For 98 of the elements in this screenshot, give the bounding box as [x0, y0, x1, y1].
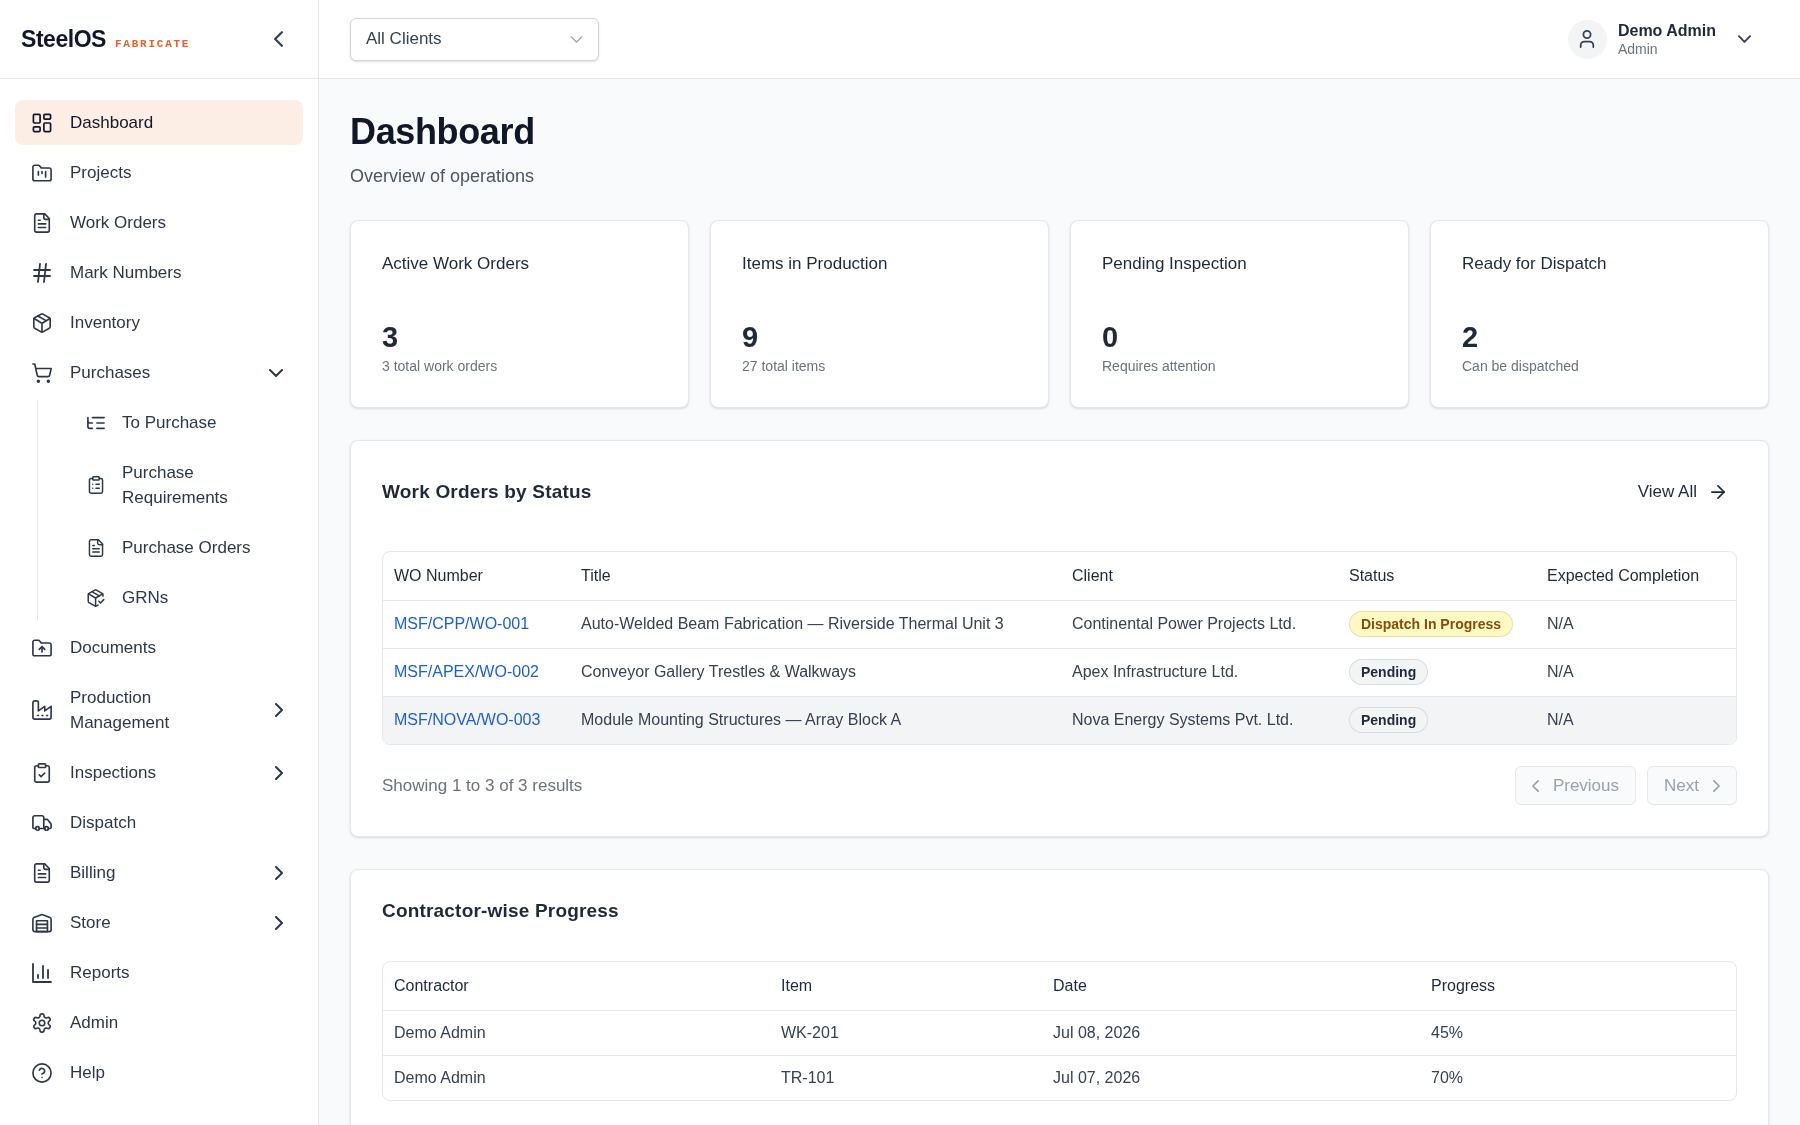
- column-header: Progress: [1420, 962, 1736, 1010]
- bar-chart-icon: [32, 962, 52, 983]
- sidebar-item[interactable]: Projects: [15, 150, 303, 195]
- settings-icon: [32, 1012, 52, 1033]
- wo-number-link[interactable]: MSF/CPP/WO-001: [394, 615, 530, 632]
- view-all-link[interactable]: View All: [1625, 471, 1737, 513]
- table-cell: TR-101: [770, 1055, 1042, 1100]
- stat-value: 9: [742, 320, 759, 354]
- stat-label: Ready for Dispatch: [1462, 253, 1607, 275]
- sidebar-item[interactable]: Dispatch: [15, 800, 303, 845]
- chevron-down-icon[interactable]: [1738, 35, 1751, 43]
- sidebar-item[interactable]: Work Orders: [15, 200, 303, 245]
- sidebar-item[interactable]: Production Management: [15, 675, 303, 745]
- sidebar-item[interactable]: Admin: [15, 1000, 303, 1045]
- column-header: Title: [570, 552, 1061, 600]
- wo-number-link[interactable]: MSF/NOVA/WO-003: [394, 711, 541, 729]
- document-icon: [32, 862, 52, 883]
- factory-icon: [32, 700, 52, 720]
- table-cell: N/A: [1536, 648, 1736, 696]
- table-cell: Demo Admin: [383, 1055, 770, 1100]
- column-header: Client: [1061, 552, 1338, 600]
- section-title: Contractor-wise Progress: [382, 901, 620, 921]
- status-badge: Pending: [1349, 707, 1429, 734]
- stat-label: Pending Inspection: [1102, 253, 1247, 275]
- arrow-right-icon: [1711, 485, 1725, 499]
- sidebar-item[interactable]: Documents: [15, 625, 303, 670]
- table-cell: N/A: [1536, 600, 1736, 648]
- sidebar-subitem[interactable]: GRNs: [49, 575, 303, 620]
- table-cell: Demo Admin: [383, 1010, 770, 1055]
- box-icon: [32, 312, 52, 333]
- chevron-left-icon: [1531, 779, 1539, 792]
- stat-caption: 3 total work orders: [382, 357, 498, 376]
- table-cell: 70%: [1420, 1055, 1736, 1100]
- column-header: Expected Completion: [1536, 552, 1736, 600]
- stat-label: Active Work Orders: [382, 253, 530, 275]
- stat-caption: Requires attention: [1102, 357, 1216, 376]
- table-cell: Continental Power Projects Ltd.: [1061, 600, 1338, 648]
- layout-grid-icon: [32, 112, 52, 133]
- box-check-icon: [87, 588, 105, 607]
- section-title: Work Orders by Status: [382, 479, 592, 504]
- clipboard-check-icon: [32, 762, 52, 783]
- table-cell: Conveyor Gallery Trestles & Walkways: [570, 648, 1061, 696]
- sidebar-subitem[interactable]: Purchase Requirements: [49, 450, 303, 520]
- table-cell: WK-201: [770, 1010, 1042, 1055]
- folder-upload-icon: [32, 637, 52, 658]
- help-icon: [32, 1062, 52, 1083]
- user-role: Admin: [1617, 40, 1659, 58]
- column-header: Date: [1042, 962, 1420, 1010]
- page-subtitle: Overview of operations: [350, 165, 536, 188]
- table-cell: Module Mounting Structures — Array Block A: [570, 696, 1061, 744]
- sidebar-item[interactable]: Inspections: [15, 750, 303, 795]
- stat-caption: Can be dispatched: [1462, 357, 1579, 376]
- clipboard-list-icon: [87, 476, 105, 494]
- cart-icon: [32, 362, 52, 383]
- stat-label: Items in Production: [742, 253, 888, 275]
- stat-value: 3: [382, 320, 399, 354]
- status-badge: Pending: [1349, 659, 1429, 685]
- sidebar-subitem[interactable]: To Purchase: [49, 400, 303, 445]
- folder-chart-icon: [32, 162, 52, 183]
- sidebar-subitem[interactable]: Purchase Orders: [49, 525, 303, 570]
- wo-number-link[interactable]: MSF/APEX/WO-002: [394, 663, 539, 680]
- column-header: Contractor: [383, 962, 770, 1010]
- table-cell: 45%: [1420, 1010, 1736, 1055]
- table-cell: N/A: [1536, 696, 1736, 744]
- table-cell: Auto-Welded Beam Fabrication — Riverside Thermal Unit 3: [570, 600, 1061, 648]
- table-cell: Nova Energy Systems Pvt. Ltd.: [1061, 696, 1338, 744]
- sidebar-item[interactable]: Help: [15, 1050, 303, 1095]
- results-summary: Showing 1 to 3 of 3 results: [382, 774, 583, 797]
- logo-tagline: FABRICATE: [115, 36, 191, 52]
- stat-value: 0: [1102, 320, 1119, 354]
- stat-value: 2: [1462, 320, 1479, 354]
- hash-icon: [32, 262, 52, 283]
- column-header: WO Number: [383, 552, 570, 600]
- stat-caption: 27 total items: [742, 357, 826, 376]
- sidebar-item[interactable]: Billing: [15, 850, 303, 895]
- table-cell: Jul 08, 2026: [1042, 1010, 1420, 1055]
- table-cell: Jul 07, 2026: [1042, 1055, 1420, 1100]
- sidebar-item[interactable]: Dashboard: [15, 100, 303, 145]
- table-cell: Apex Infrastructure Ltd.: [1061, 648, 1338, 696]
- sidebar-item[interactable]: Mark Numbers: [15, 250, 303, 295]
- chevron-down-icon: [570, 35, 583, 43]
- client-select[interactable]: All Clients: [350, 17, 599, 61]
- sidebar-item[interactable]: Reports: [15, 950, 303, 995]
- truck-icon: [32, 812, 52, 833]
- sidebar-item[interactable]: Purchases: [15, 350, 303, 395]
- sidebar-item[interactable]: Inventory: [15, 300, 303, 345]
- logo-text: SteelOS: [21, 24, 106, 54]
- column-header: Item: [770, 962, 1042, 1010]
- warehouse-icon: [32, 912, 52, 933]
- chevron-right-icon: [1713, 779, 1720, 792]
- user-name: Demo Admin: [1617, 20, 1716, 41]
- status-badge: Dispatch In Progress: [1349, 611, 1514, 637]
- page-title: Dashboard: [350, 110, 536, 154]
- sidebar-item[interactable]: Store: [15, 900, 303, 945]
- column-header: Status: [1338, 552, 1536, 600]
- chevron-left-icon[interactable]: [274, 31, 283, 47]
- document-icon: [32, 212, 52, 233]
- document-icon: [87, 538, 105, 557]
